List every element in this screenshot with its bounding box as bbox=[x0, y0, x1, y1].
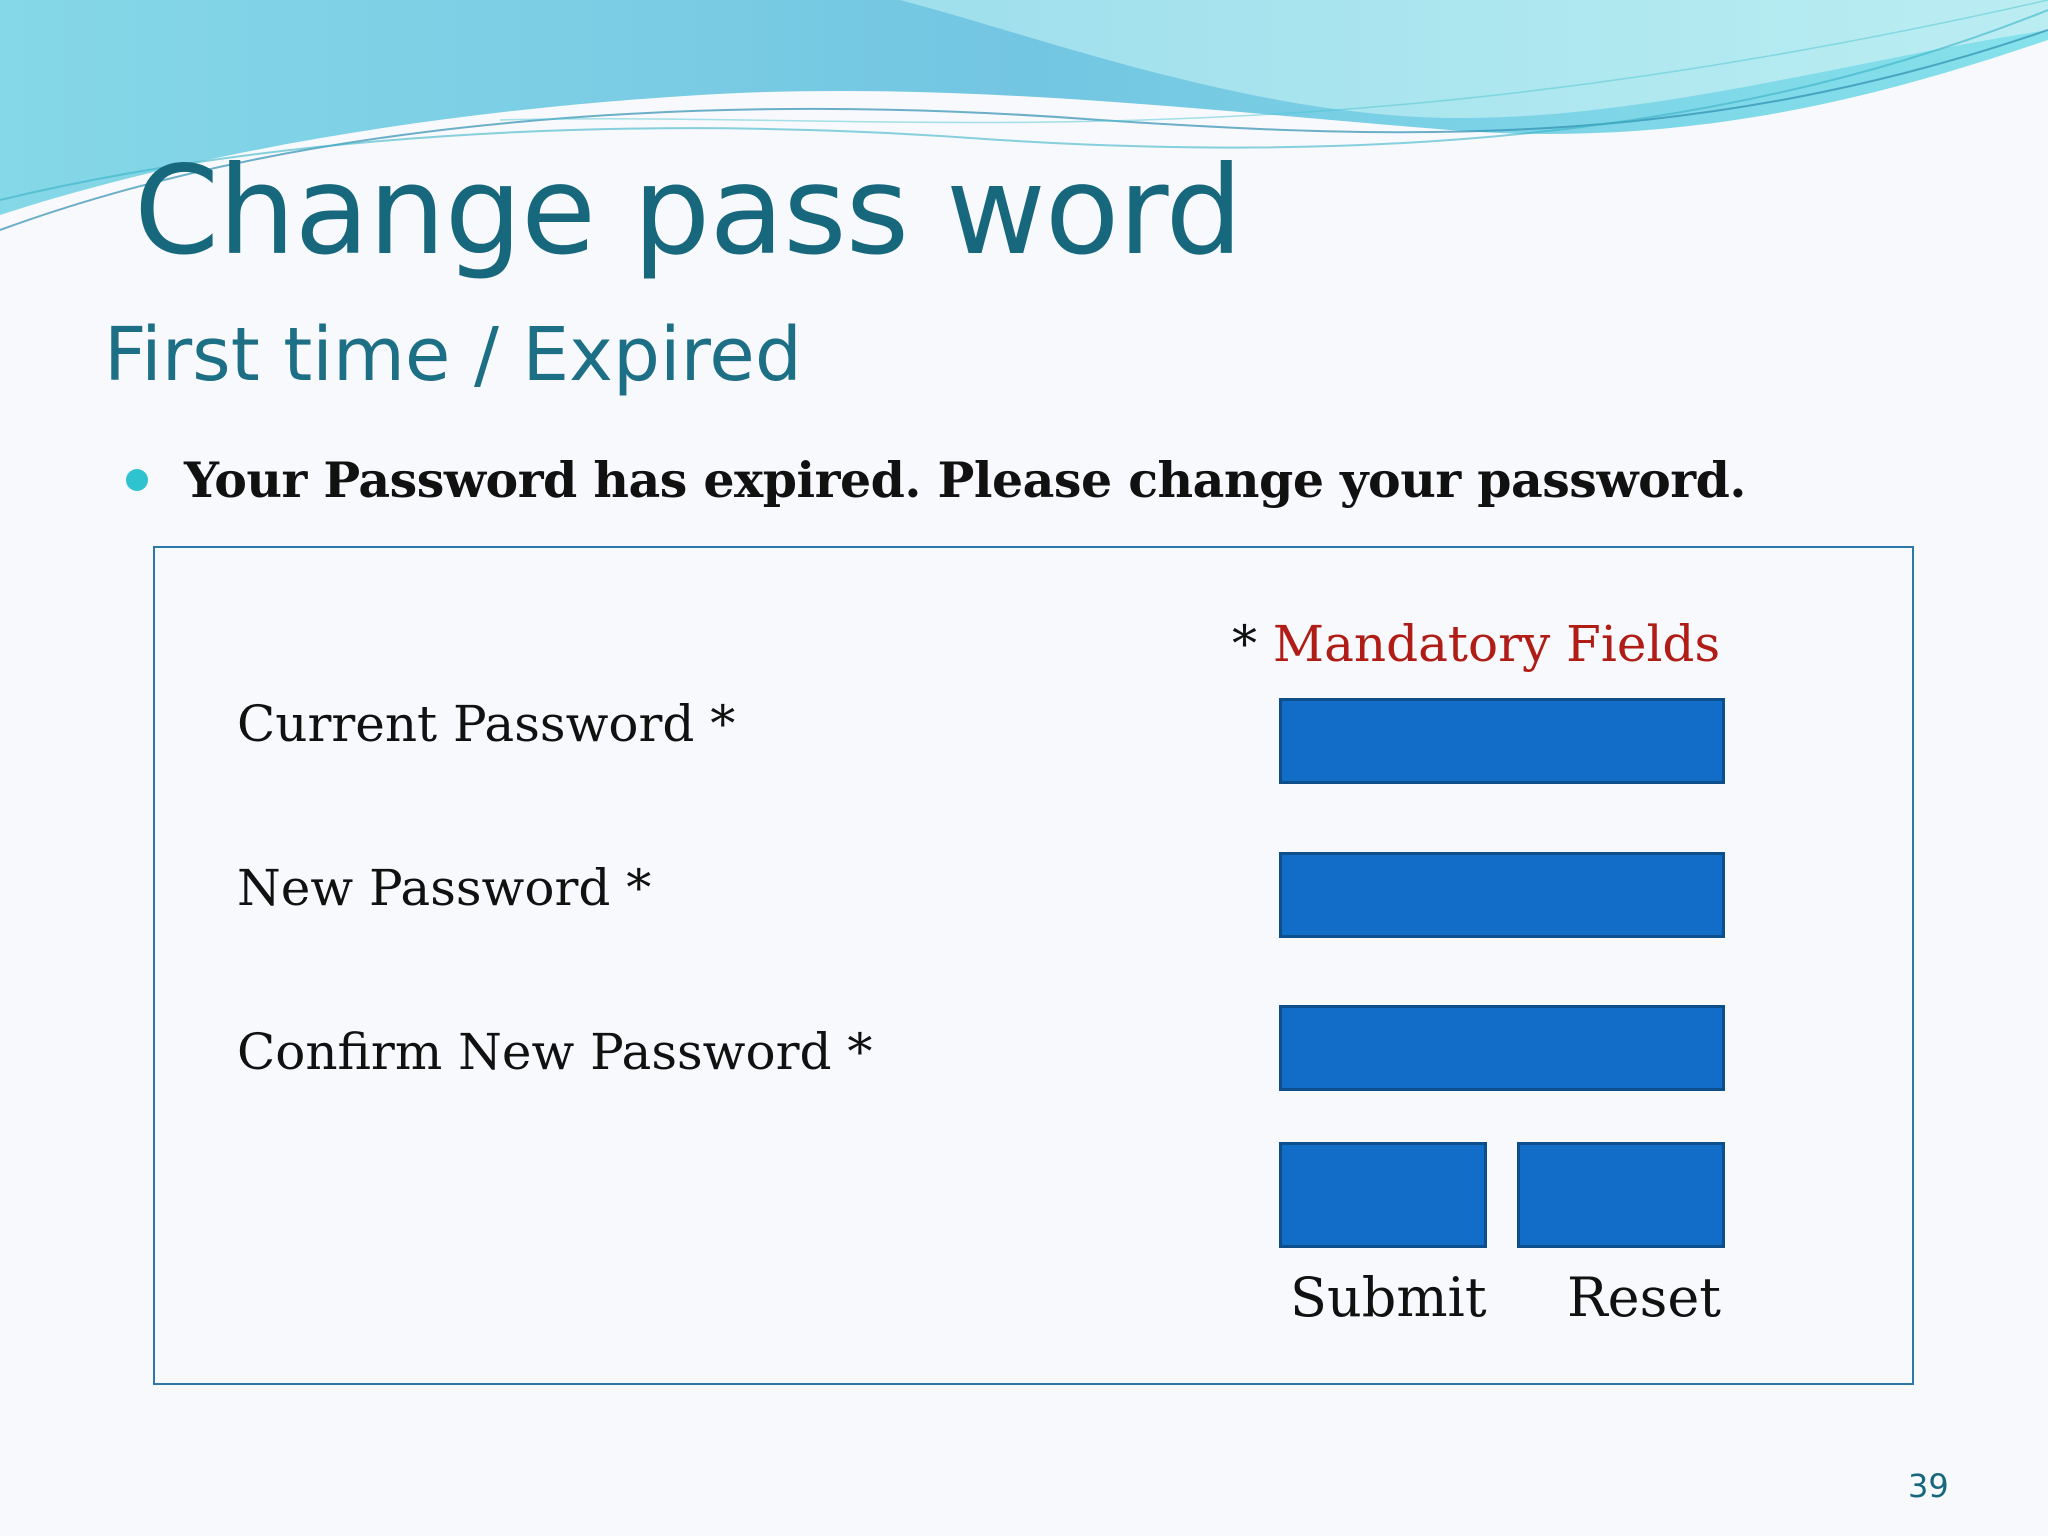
submit-button[interactable] bbox=[1279, 1142, 1487, 1248]
submit-button-label[interactable]: Submit bbox=[1290, 1266, 1487, 1330]
slide-subtitle: First time / Expired bbox=[104, 312, 802, 398]
page-number: 39 bbox=[1908, 1467, 1949, 1505]
new-password-label: New Password * bbox=[237, 859, 652, 917]
confirm-new-password-field[interactable] bbox=[1279, 1005, 1725, 1091]
slide: Change pass word First time / Expired Yo… bbox=[0, 0, 2048, 1536]
reset-button[interactable] bbox=[1517, 1142, 1725, 1248]
current-password-field[interactable] bbox=[1279, 698, 1725, 784]
expired-message: Your Password has expired. Please change… bbox=[184, 451, 1746, 509]
mandatory-fields-note: * Mandatory Fields bbox=[1232, 612, 1720, 676]
mandatory-star: * bbox=[1232, 615, 1257, 673]
bullet-icon bbox=[126, 469, 148, 491]
reset-button-label[interactable]: Reset bbox=[1567, 1266, 1721, 1330]
mandatory-fields-text: Mandatory Fields bbox=[1272, 615, 1721, 673]
new-password-field[interactable] bbox=[1279, 852, 1725, 938]
slide-title: Change pass word bbox=[134, 140, 1243, 282]
confirm-new-password-label: Confirm New Password * bbox=[237, 1023, 873, 1081]
current-password-label: Current Password * bbox=[237, 695, 736, 753]
